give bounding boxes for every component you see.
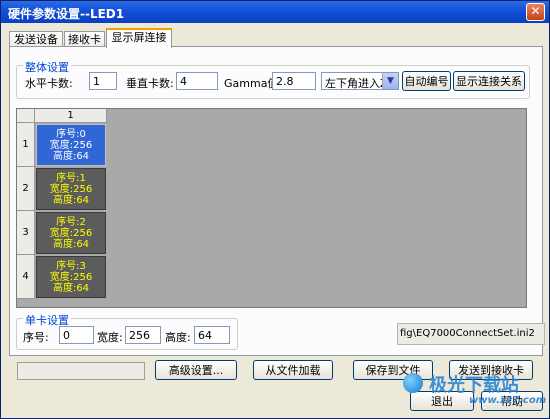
width-label: 宽度:: [97, 331, 123, 344]
chevron-down-icon[interactable]: ▼: [382, 73, 398, 89]
close-button[interactable]: ✕: [526, 3, 545, 21]
tab-display-connection[interactable]: 显示屏连接: [106, 28, 172, 48]
seq-label: 序号:: [23, 331, 49, 344]
grid-row-header: 1: [17, 123, 35, 167]
card-height: 高度:64: [52, 151, 90, 162]
watermark-logo-icon: [403, 373, 423, 393]
seq-input[interactable]: [59, 326, 94, 344]
card-seq: 序号:2: [56, 217, 86, 228]
entry-mode-value: 左下角进入Z: [325, 77, 388, 90]
v-cards-input[interactable]: [176, 72, 218, 90]
config-path-display: fig\EQ7000ConnectSet.ini2: [397, 323, 545, 345]
h-cards-input[interactable]: [89, 72, 117, 90]
h-cards-label: 水平卡数:: [25, 77, 73, 90]
auto-number-button[interactable]: 自动编号: [402, 71, 451, 91]
connection-grid[interactable]: 1 1 2 3 4 序号:0 宽度:256 高度:64 序号:1 宽度:256 …: [16, 108, 527, 308]
grid-cell-card[interactable]: 序号:0 宽度:256 高度:64: [36, 124, 106, 166]
grid-cell-card[interactable]: 序号:3 宽度:256 高度:64: [36, 256, 106, 298]
grid-column-header: 1: [35, 109, 107, 123]
card-width: 宽度:256: [49, 140, 93, 151]
overall-settings-legend: 整体设置: [23, 59, 71, 75]
card-height: 高度:64: [52, 195, 90, 206]
card-height: 高度:64: [52, 239, 90, 250]
title-bar[interactable]: 硬件参数设置--LED1 ✕: [1, 1, 549, 23]
hardware-settings-window: 硬件参数设置--LED1 ✕ 发送设备 接收卡 显示屏连接 整体设置 水平卡数:…: [0, 0, 550, 419]
height-input[interactable]: [194, 326, 230, 344]
watermark-name: 极光下载站: [429, 375, 519, 396]
card-seq: 序号:0: [56, 129, 86, 140]
watermark-url: www.xz7.com: [469, 395, 547, 406]
card-height: 高度:64: [52, 283, 90, 294]
window-title: 硬件参数设置--LED1: [8, 7, 125, 21]
advanced-settings-button[interactable]: 高级设置...: [155, 360, 237, 380]
grid-cell-card[interactable]: 序号:2 宽度:256 高度:64: [36, 212, 106, 254]
card-width: 宽度:256: [49, 272, 93, 283]
show-connection-button[interactable]: 显示连接关系: [453, 71, 525, 91]
grid-row-header: 4: [17, 255, 35, 299]
card-width: 宽度:256: [49, 228, 93, 239]
width-input[interactable]: [125, 326, 161, 344]
grid-row-header: 2: [17, 167, 35, 211]
grid-row-header: 3: [17, 211, 35, 255]
height-label: 高度:: [165, 331, 191, 344]
card-width: 宽度:256: [49, 184, 93, 195]
card-seq: 序号:3: [56, 261, 86, 272]
v-cards-label: 垂直卡数:: [126, 77, 174, 90]
status-box: [17, 362, 145, 380]
close-icon: ✕: [530, 4, 541, 18]
watermark: 极光下载站 www.xz7.com: [399, 371, 547, 417]
grid-cell-card[interactable]: 序号:1 宽度:256 高度:64: [36, 168, 106, 210]
grid-corner: [17, 109, 35, 123]
entry-mode-select[interactable]: 左下角进入Z ▼: [321, 72, 399, 90]
load-from-file-button[interactable]: 从文件加载: [253, 360, 333, 380]
card-seq: 序号:1: [56, 173, 86, 184]
gamma-input[interactable]: [272, 72, 316, 90]
